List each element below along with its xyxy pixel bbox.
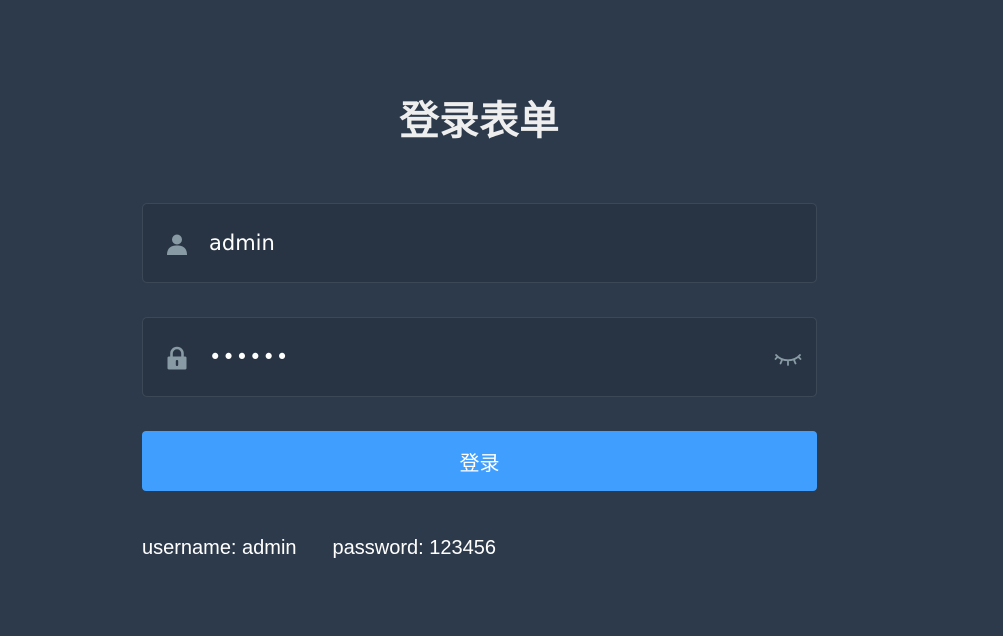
credentials-tips: username: admin password: 123456 <box>142 534 817 562</box>
username-input[interactable] <box>209 204 769 282</box>
password-field[interactable] <box>142 317 817 397</box>
eye-closed-icon[interactable] <box>774 346 802 370</box>
username-field[interactable] <box>142 203 817 283</box>
password-input[interactable] <box>209 318 769 396</box>
password-tip: password: 123456 <box>332 537 496 559</box>
lock-icon <box>165 346 189 370</box>
username-tip: username: admin <box>142 537 297 559</box>
page-title: 登录表单 <box>399 98 560 144</box>
login-button[interactable]: 登录 <box>142 431 817 491</box>
user-icon <box>165 232 189 256</box>
